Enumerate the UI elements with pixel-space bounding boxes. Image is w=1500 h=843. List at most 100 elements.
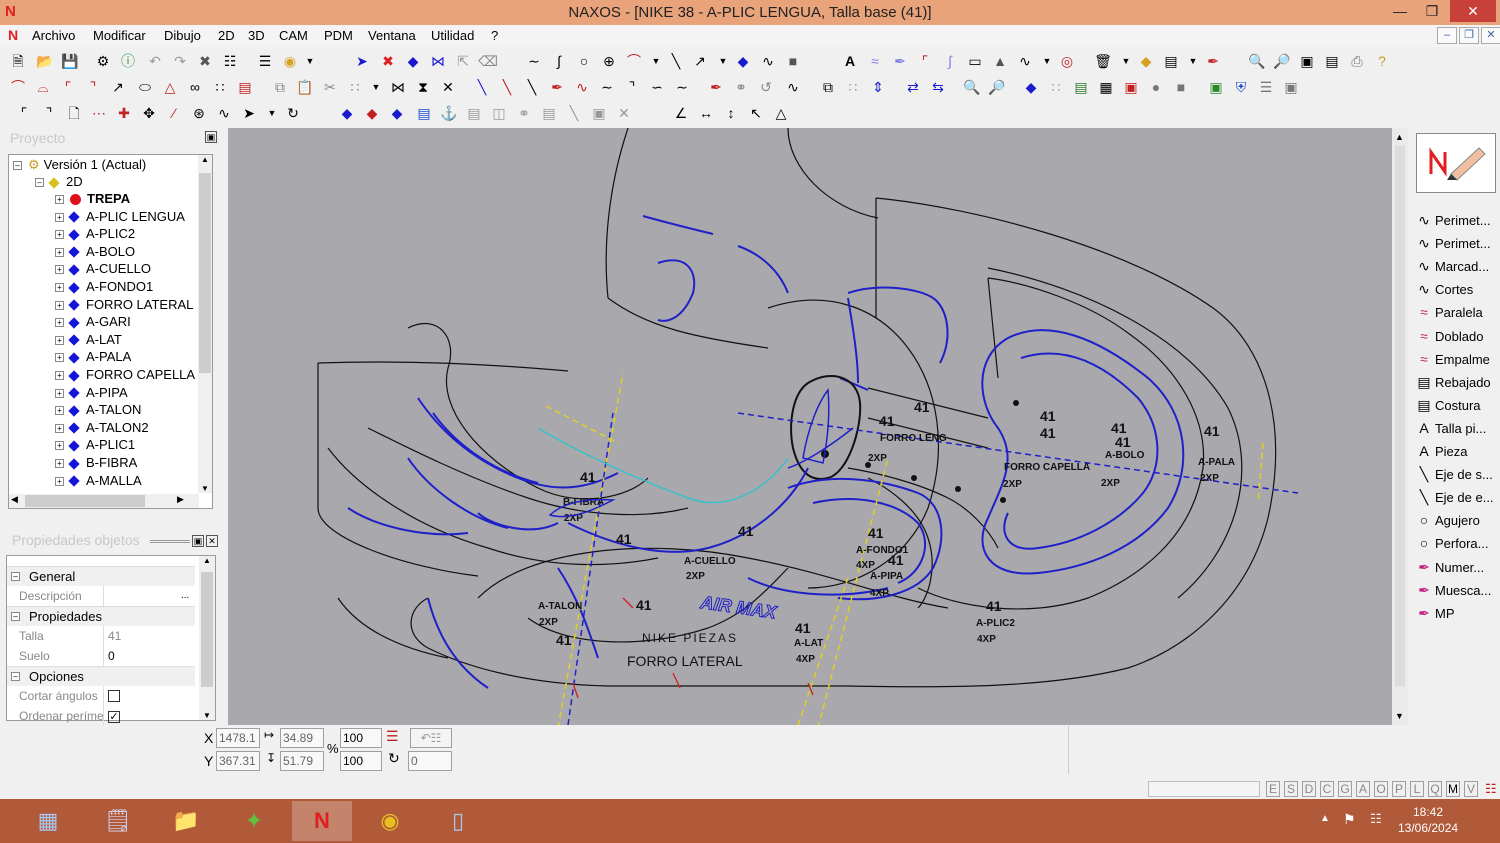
fillet-icon[interactable]: ⌜ xyxy=(58,77,78,97)
menu-3d[interactable]: 3D xyxy=(248,28,265,43)
tool-cuts[interactable]: ∿ Cortes xyxy=(1415,278,1500,300)
grid-status-icon[interactable]: ☷ xyxy=(1485,781,1497,797)
collapse-icon[interactable]: – xyxy=(11,612,20,621)
paste-icon[interactable]: 📋 xyxy=(295,77,315,97)
brush-icon[interactable]: ∫ xyxy=(940,51,960,71)
wave-edit-icon[interactable]: ∼ xyxy=(672,77,692,97)
document-tool-icon[interactable]: 🗋 xyxy=(64,103,84,123)
hatch-icon[interactable]: ▤ xyxy=(235,77,255,97)
expand-icon[interactable]: + xyxy=(55,406,64,416)
tree-item[interactable]: + A-MALLA xyxy=(55,472,142,489)
calculator-app-icon[interactable]: ▦ xyxy=(18,801,78,841)
measure-angle-icon[interactable]: ∠ xyxy=(671,103,691,123)
status-toggle-g[interactable]: G xyxy=(1338,781,1352,797)
pattern-drawing[interactable]: 41 41 FORRO LENG 2XP FORRO CAPELLA 2XP 4… xyxy=(228,128,1392,725)
curve-edit-icon[interactable]: ∽ xyxy=(647,77,667,97)
scroll-left-icon[interactable]: ◀ xyxy=(11,494,18,505)
anchor-icon[interactable]: ⚓ xyxy=(439,103,459,123)
tree-item[interactable]: + A-PLIC1 xyxy=(55,436,135,453)
vertical-dimension-icon[interactable]: ↕ xyxy=(721,103,741,123)
image-icon[interactable]: ▣ xyxy=(1206,77,1226,97)
up-down-icon[interactable]: ⇕ xyxy=(868,77,888,97)
apply-transform-button[interactable]: ↶☷ xyxy=(410,728,452,748)
menu-pdm[interactable]: PDM xyxy=(324,28,353,43)
trim-icon[interactable]: ↗ xyxy=(108,77,128,97)
status-toggle-d[interactable]: D xyxy=(1302,781,1316,797)
scale-x-field[interactable]: 100 xyxy=(340,728,382,748)
status-toggle-s[interactable]: S xyxy=(1284,781,1298,797)
chart-icon[interactable]: ▤ xyxy=(539,103,559,123)
align-scale-icon[interactable]: ☰ xyxy=(386,728,399,745)
mdi-restore-icon[interactable]: ❐ xyxy=(1459,27,1479,44)
smooth-icon[interactable]: ∼ xyxy=(597,77,617,97)
expand-icon[interactable]: + xyxy=(55,459,64,469)
cortar-angulos-checkbox[interactable] xyxy=(108,690,120,702)
tool-piece-text[interactable]: A Pieza xyxy=(1415,440,1500,462)
grid-icon[interactable]: ▦ xyxy=(1096,77,1116,97)
ellipsis-button[interactable]: ... xyxy=(181,586,189,606)
status-toggle-o[interactable]: O xyxy=(1374,781,1388,797)
node-icon[interactable]: ◆ xyxy=(403,51,423,71)
crosshair-icon[interactable]: ⊕ xyxy=(599,51,619,71)
radius-icon[interactable]: ↖ xyxy=(746,103,766,123)
spline-edit-icon[interactable]: ∿ xyxy=(214,103,234,123)
props-vertical-scrollbar[interactable]: ▲ ▼ xyxy=(199,556,215,720)
window-icon[interactable]: ▣ xyxy=(1121,77,1141,97)
triangle-icon[interactable]: △ xyxy=(160,77,180,97)
scroll-up-icon[interactable]: ▲ xyxy=(1395,132,1404,142)
spline-icon[interactable]: ∫ xyxy=(549,51,569,71)
clock[interactable]: 18:42 13/06/2024 xyxy=(1398,804,1458,836)
flip-vertical-icon[interactable]: ⧗ xyxy=(413,77,433,97)
open-folder-icon[interactable]: 📂 xyxy=(35,51,55,71)
columns-icon[interactable]: ◫ xyxy=(489,103,509,123)
divide-icon[interactable]: ╲ xyxy=(522,77,542,97)
tree-hscroll-thumb[interactable] xyxy=(25,495,145,507)
tree-scroll-thumb[interactable] xyxy=(199,173,211,373)
status-toggle-c[interactable]: C xyxy=(1320,781,1334,797)
tree-2d-node[interactable]: –2D xyxy=(35,173,83,190)
dash-icon[interactable]: ⋯ xyxy=(89,103,109,123)
remove-piece-icon[interactable]: ✖ xyxy=(378,51,398,71)
circle-icon[interactable]: ○ xyxy=(574,51,594,71)
tool-marker[interactable]: ∿ Marcad... xyxy=(1415,255,1500,277)
expand-icon[interactable]: + xyxy=(55,212,64,222)
expand-icon[interactable]: + xyxy=(55,283,64,293)
zoom-window-icon[interactable]: ▣ xyxy=(1297,51,1317,71)
refresh-icon[interactable]: ↻ xyxy=(283,103,303,123)
tool-perforation[interactable]: ○ Perfora... xyxy=(1415,532,1500,554)
pattern-icon[interactable]: ∷ xyxy=(1046,77,1066,97)
dropdown-arrow-icon[interactable]: ▼ xyxy=(713,51,733,71)
expand-icon[interactable]: + xyxy=(55,353,64,363)
expand-icon[interactable]: + xyxy=(55,423,64,433)
clear-icon[interactable]: ✕ xyxy=(614,103,634,123)
explorer-app-icon[interactable]: 🗒 xyxy=(88,801,148,841)
corner-tool-2-icon[interactable]: ⌝ xyxy=(39,103,59,123)
color-palette-icon[interactable]: ◉ xyxy=(280,51,300,71)
table-icon[interactable]: ▤ xyxy=(464,103,484,123)
polyline-icon[interactable]: ↗ xyxy=(690,51,710,71)
menu-help[interactable]: ? xyxy=(491,28,498,43)
tree-item[interactable]: + FORRO CAPELLA xyxy=(55,366,195,383)
tree-version-node[interactable]: – ⚙ Versión 1 (Actual) xyxy=(13,156,146,173)
new-file-icon[interactable]: 🗎 xyxy=(8,51,28,71)
target-icon[interactable]: ◎ xyxy=(1057,51,1077,71)
scale-y-field[interactable]: 100 xyxy=(340,751,382,771)
select-icon[interactable]: ➤ xyxy=(352,51,372,71)
ordenar-perimetro-checkbox[interactable]: ✓ xyxy=(108,711,120,723)
x-coordinate-field[interactable]: 1478.1 xyxy=(216,728,260,748)
dots-icon[interactable]: ∷ xyxy=(210,77,230,97)
naxos-app-icon[interactable]: N xyxy=(292,801,352,841)
loop-icon[interactable]: ∞ xyxy=(185,77,205,97)
tree-item[interactable]: + B-FIBRA xyxy=(55,454,137,471)
shield-icon[interactable]: ⛨ xyxy=(1231,77,1251,97)
tray-up-icon[interactable]: ▲ xyxy=(1320,813,1330,824)
sequence-insert-icon[interactable]: ◆ xyxy=(387,103,407,123)
arc-tool-2-icon[interactable]: ⌓ xyxy=(33,77,53,97)
minimize-icon[interactable]: — xyxy=(1386,0,1414,22)
corner-icon[interactable]: ⌜ xyxy=(915,51,935,71)
expand-icon[interactable]: + xyxy=(55,230,64,240)
tree-item[interactable]: + A-PLIC2 xyxy=(55,225,135,242)
insert-icon[interactable]: ⊛ xyxy=(189,103,209,123)
tree-item[interactable]: + A-GARI xyxy=(55,313,131,330)
rotation-field[interactable]: 0 xyxy=(408,751,452,771)
